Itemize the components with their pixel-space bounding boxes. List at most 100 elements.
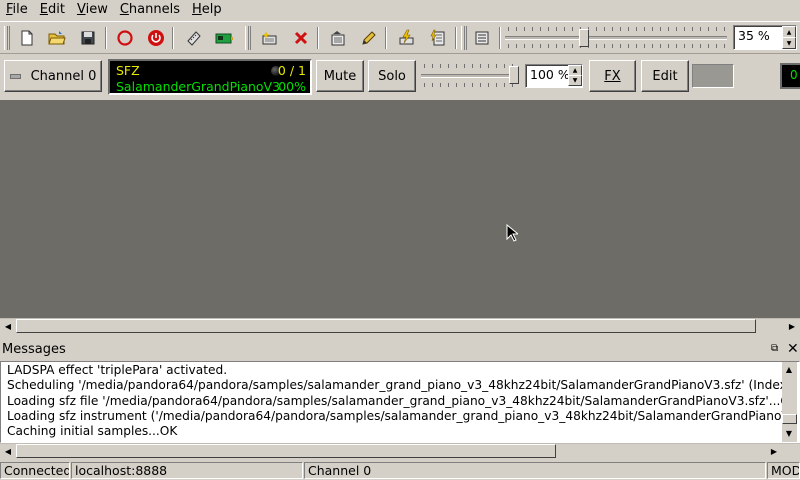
refresh-channels-button[interactable] bbox=[424, 26, 450, 50]
scroll-left-icon[interactable]: ◀ bbox=[1, 319, 15, 333]
lightning-icon bbox=[399, 29, 414, 45]
instruments-button[interactable] bbox=[181, 26, 207, 50]
status-bar: Connected localhost:8888 Channel 0 MOD bbox=[0, 460, 800, 480]
workspace-hscrollbar[interactable]: ◀ ▶ bbox=[0, 318, 800, 333]
menu-channels[interactable]: Channels bbox=[114, 0, 186, 20]
message-line: Loading sfz file '/media/pandora64/pando… bbox=[7, 393, 783, 408]
card-icon bbox=[215, 33, 233, 44]
channel-display[interactable]: SFZ SalamanderGrandPianoV3 0 / 1 00% bbox=[108, 59, 312, 95]
toolbar-separator bbox=[499, 27, 501, 49]
close-dock-icon[interactable]: ✕ bbox=[787, 341, 799, 357]
mute-label: Mute bbox=[323, 68, 357, 84]
add-channel-button[interactable] bbox=[256, 26, 282, 50]
remove-channel-button[interactable] bbox=[288, 26, 314, 50]
channel-meter bbox=[692, 64, 734, 88]
save-session-button[interactable] bbox=[75, 26, 101, 50]
menu-view[interactable]: View bbox=[71, 0, 114, 20]
channel-volume-spinbox[interactable]: 100 % ▲ ▼ bbox=[525, 64, 583, 88]
scroll-right-icon[interactable]: ▶ bbox=[767, 444, 781, 458]
master-volume-handle[interactable] bbox=[579, 29, 589, 47]
open-session-button[interactable] bbox=[44, 26, 70, 50]
edit-button[interactable]: Edit bbox=[641, 60, 689, 92]
instrument-label: SalamanderGrandPianoV3 bbox=[116, 79, 281, 94]
toolbar-separator bbox=[105, 27, 107, 49]
solo-button[interactable]: Solo bbox=[368, 60, 416, 92]
menu-file[interactable]: File bbox=[0, 0, 34, 20]
messages-hscrollbar[interactable]: ◀ ▶ bbox=[0, 443, 800, 458]
menu-edit[interactable]: Edit bbox=[34, 0, 71, 20]
channel-volume-value: 100 % bbox=[530, 67, 570, 82]
scroll-down-icon[interactable]: ▼ bbox=[782, 426, 796, 440]
spin-down-icon[interactable]: ▼ bbox=[782, 37, 796, 49]
master-volume-slider[interactable] bbox=[505, 26, 727, 50]
messages-log[interactable]: LADSPA effect 'triplePara' activated. Sc… bbox=[0, 361, 800, 443]
power-icon bbox=[148, 30, 164, 46]
channel-setup-button[interactable] bbox=[325, 26, 351, 50]
message-line: Caching initial samples...OK bbox=[7, 424, 178, 439]
toolbar-grip[interactable] bbox=[4, 26, 10, 50]
messages-list: LADSPA effect 'triplePara' activated. Sc… bbox=[7, 363, 783, 439]
toolbar-separator bbox=[385, 27, 387, 49]
toolbar-separator bbox=[317, 27, 319, 49]
channel-volume-handle[interactable] bbox=[509, 66, 519, 84]
lightning-list-icon bbox=[430, 29, 445, 46]
channel-strip: Channel 0 SFZ SalamanderGrandPianoV3 0 /… bbox=[0, 55, 800, 99]
scroll-left-icon[interactable]: ◀ bbox=[1, 444, 15, 458]
message-line: LADSPA effect 'triplePara' activated. bbox=[7, 363, 228, 377]
add-channel-icon bbox=[262, 31, 277, 45]
connection-status: Connected bbox=[0, 462, 70, 479]
device-config-button[interactable] bbox=[211, 26, 237, 50]
channel-setup-icon bbox=[331, 31, 345, 46]
fx-button[interactable]: FX bbox=[589, 60, 636, 92]
pencil-icon bbox=[362, 31, 376, 45]
toolbar-grip[interactable] bbox=[245, 26, 251, 50]
menu-help[interactable]: Help bbox=[186, 0, 228, 20]
messages-vscroll-thumb[interactable] bbox=[782, 414, 797, 424]
restart-server-button[interactable] bbox=[143, 26, 169, 50]
midi-activity-display: 0 bbox=[780, 63, 800, 89]
workspace-scroll-thumb[interactable] bbox=[16, 319, 756, 333]
channel-name-label: Channel 0 bbox=[30, 68, 97, 84]
master-volume-spinbox[interactable]: 35 % ▲ ▼ bbox=[733, 25, 797, 50]
master-volume-value: 35 % bbox=[738, 28, 770, 43]
channel-led-icon bbox=[9, 73, 21, 79]
spin-down-icon[interactable]: ▼ bbox=[568, 75, 582, 86]
mute-button[interactable]: Mute bbox=[316, 60, 364, 92]
mode-indicator: MOD bbox=[767, 462, 800, 479]
mixer-view-button[interactable] bbox=[469, 26, 495, 50]
save-disk-icon bbox=[81, 31, 95, 45]
ruler-icon bbox=[187, 31, 201, 46]
list-view-icon bbox=[475, 31, 489, 45]
float-dock-icon[interactable]: ⧉ bbox=[771, 343, 778, 354]
messages-scroll-thumb[interactable] bbox=[16, 444, 556, 458]
auto-arrange-button[interactable] bbox=[393, 26, 419, 50]
engine-label: SFZ bbox=[116, 63, 140, 78]
message-line: Scheduling '/media/pandora64/pandora/sam… bbox=[7, 378, 783, 393]
remove-channel-icon bbox=[294, 31, 308, 45]
fx-label: FX bbox=[604, 68, 621, 84]
toolbar-separator bbox=[172, 27, 174, 49]
messages-vscrollbar[interactable]: ▲ ▼ bbox=[782, 362, 797, 442]
current-channel-status: Channel 0 bbox=[304, 462, 766, 479]
reset-circle-icon bbox=[117, 30, 133, 46]
channel-volume-slider[interactable] bbox=[421, 63, 521, 89]
new-session-button[interactable] bbox=[14, 26, 40, 50]
messages-title: Messages bbox=[2, 342, 66, 357]
scroll-right-icon[interactable]: ▶ bbox=[785, 319, 799, 333]
menu-bar: File Edit View Channels Help bbox=[0, 0, 800, 20]
scroll-up-icon[interactable]: ▲ bbox=[782, 362, 796, 376]
voice-count: 0 / 1 bbox=[277, 63, 306, 78]
midi-indicator: 0 bbox=[790, 68, 798, 82]
edit-label: Edit bbox=[652, 68, 678, 84]
open-folder-icon bbox=[48, 31, 66, 45]
channel-name-button[interactable]: Channel 0 bbox=[4, 60, 102, 92]
message-line: Loading sfz instrument ('/media/pandora6… bbox=[7, 408, 783, 423]
main-toolbar: 35 % ▲ ▼ bbox=[0, 21, 800, 54]
mouse-cursor-icon bbox=[506, 224, 518, 242]
toolbar-grip[interactable] bbox=[461, 26, 467, 50]
edit-instrument-button[interactable] bbox=[356, 26, 382, 50]
solo-label: Solo bbox=[378, 68, 406, 84]
channel-workspace[interactable] bbox=[0, 100, 800, 318]
reset-sampler-button[interactable] bbox=[112, 26, 138, 50]
new-file-icon bbox=[21, 30, 33, 46]
